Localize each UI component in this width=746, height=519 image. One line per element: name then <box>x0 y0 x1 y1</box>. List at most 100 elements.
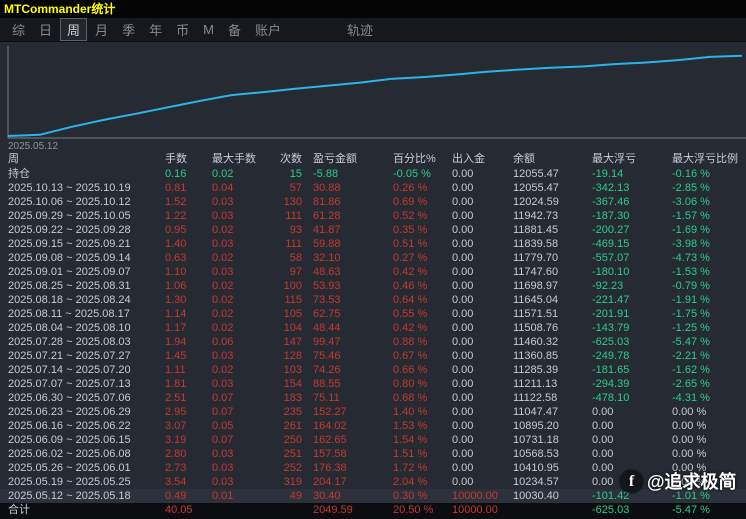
menu-item-年[interactable]: 年 <box>143 19 168 40</box>
app-window: MTCommander统计 综日周月季年币M备账户 轨迹 2025.05.12 … <box>0 0 746 519</box>
cell-percent: 1.54 % <box>393 433 452 447</box>
table-row[interactable]: 2025.06.09 ~ 2025.06.153.190.07250162.65… <box>0 433 746 447</box>
cell-percent: 0.42 % <box>393 321 452 335</box>
table-row[interactable]: 2025.09.22 ~ 2025.09.280.950.029341.870.… <box>0 223 746 237</box>
cell-percent: 0.42 % <box>393 265 452 279</box>
column-header-count[interactable]: 次数 <box>278 152 304 167</box>
cell-percent: 1.72 % <box>393 461 452 475</box>
cell-pnl: 30.88 <box>304 181 393 195</box>
cell-count: 130 <box>278 195 304 209</box>
column-header-max-lots[interactable]: 最大手数 <box>212 152 278 167</box>
cell-max-float-loss: -557.07 <box>592 251 672 265</box>
table-row[interactable]: 2025.06.02 ~ 2025.06.082.800.03251157.58… <box>0 447 746 461</box>
table-row[interactable]: 2025.07.07 ~ 2025.07.131.810.0315488.550… <box>0 377 746 391</box>
cell-period: 2025.06.30 ~ 2025.07.06 <box>0 391 165 405</box>
table-row[interactable]: 持仓0.160.0215-5.88-0.05 %0.0012055.47-19.… <box>0 167 746 181</box>
table-row[interactable]: 2025.07.28 ~ 2025.08.031.940.0614799.470… <box>0 335 746 349</box>
table-row[interactable]: 2025.06.30 ~ 2025.07.062.510.0718375.110… <box>0 391 746 405</box>
column-header-period[interactable]: 周 <box>0 152 165 167</box>
equity-chart: 2025.05.12 <box>0 42 746 152</box>
cell-period: 2025.06.02 ~ 2025.06.08 <box>0 447 165 461</box>
cell-max-lots: 0.05 <box>212 419 278 433</box>
cell-max-lots: 0.02 <box>212 251 278 265</box>
cell-pnl: 74.26 <box>304 363 393 377</box>
cell-deposit: 0.00 <box>452 377 513 391</box>
cell-percent: 0.64 % <box>393 293 452 307</box>
column-header-balance[interactable]: 余额 <box>513 152 592 167</box>
column-header-percent[interactable]: 百分比% <box>393 152 452 167</box>
cell-pnl: 204.17 <box>304 475 393 489</box>
table-row[interactable]: 2025.10.13 ~ 2025.10.190.810.045730.880.… <box>0 181 746 195</box>
cell-lots: 1.94 <box>165 335 212 349</box>
table-row: 合计40.052049.5920.50 %10000.00-625.03-5.4… <box>0 503 746 519</box>
cell-count: 250 <box>278 433 304 447</box>
cell-max-lots: 0.03 <box>212 265 278 279</box>
column-header-lots[interactable]: 手数 <box>165 152 212 167</box>
cell-max-float-loss: -625.03 <box>592 335 672 349</box>
cell-max-lots: 0.02 <box>212 307 278 321</box>
cell-deposit: 0.00 <box>452 195 513 209</box>
cell-balance: 12024.59 <box>513 195 592 209</box>
cell-count: 147 <box>278 335 304 349</box>
table-row[interactable]: 2025.06.23 ~ 2025.06.292.950.07235152.27… <box>0 405 746 419</box>
table-row[interactable]: 2025.09.29 ~ 2025.10.051.220.0311161.280… <box>0 209 746 223</box>
menu-item-月[interactable]: 月 <box>89 19 114 40</box>
cell-max-lots: 0.06 <box>212 335 278 349</box>
column-header-max-float-loss[interactable]: 最大浮亏 <box>592 152 672 167</box>
cell-max-float-loss-ratio: -3.06 % <box>672 195 746 209</box>
cell-deposit: 0.00 <box>452 419 513 433</box>
cell-count: 111 <box>278 209 304 223</box>
cell-period: 合计 <box>0 503 165 519</box>
cell-pnl: 32.10 <box>304 251 393 265</box>
table-row[interactable]: 2025.08.25 ~ 2025.08.311.060.0210053.930… <box>0 279 746 293</box>
menu-item-备[interactable]: 备 <box>222 19 247 40</box>
cell-pnl: 48.44 <box>304 321 393 335</box>
menu-item-M[interactable]: M <box>197 21 220 38</box>
table-row[interactable]: 2025.06.16 ~ 2025.06.223.070.05261164.02… <box>0 419 746 433</box>
cell-max-float-loss-ratio: -1.75 % <box>672 307 746 321</box>
cell-period: 持仓 <box>0 167 165 181</box>
menu-item-综[interactable]: 综 <box>6 19 31 40</box>
cell-lots: 1.17 <box>165 321 212 335</box>
table-row[interactable]: 2025.10.06 ~ 2025.10.121.520.0313081.860… <box>0 195 746 209</box>
menu-item-季[interactable]: 季 <box>116 19 141 40</box>
cell-max-lots: 0.03 <box>212 447 278 461</box>
cell-deposit: 10000.00 <box>452 503 513 519</box>
cell-pnl: 59.88 <box>304 237 393 251</box>
cell-lots: 1.81 <box>165 377 212 391</box>
menu-item-账户[interactable]: 账户 <box>249 19 287 40</box>
table-row[interactable]: 2025.08.11 ~ 2025.08.171.140.0210562.750… <box>0 307 746 321</box>
cell-lots: 0.49 <box>165 489 212 503</box>
cell-max-float-loss: -294.39 <box>592 377 672 391</box>
column-header-pnl[interactable]: 盈亏金额 <box>304 152 393 167</box>
cell-pnl: -5.88 <box>304 167 393 181</box>
table-row[interactable]: 2025.07.21 ~ 2025.07.271.450.0312875.460… <box>0 349 746 363</box>
cell-period: 2025.09.15 ~ 2025.09.21 <box>0 237 165 251</box>
table-body: 持仓0.160.0215-5.88-0.05 %0.0012055.47-19.… <box>0 167 746 519</box>
cell-lots: 2.80 <box>165 447 212 461</box>
cell-max-lots: 0.02 <box>212 223 278 237</box>
column-header-max-float-loss-ratio[interactable]: 最大浮亏比例 <box>672 152 746 167</box>
cell-period: 2025.05.26 ~ 2025.06.01 <box>0 461 165 475</box>
cell-count: 319 <box>278 475 304 489</box>
watermark: f @追求极简 <box>620 468 737 494</box>
table-header-row: 周手数最大手数次数盈亏金额百分比%出入金余额最大浮亏最大浮亏比例 <box>0 152 746 167</box>
menu-item-trajectory[interactable]: 轨迹 <box>341 19 379 40</box>
cell-deposit: 0.00 <box>452 475 513 489</box>
cell-count: 111 <box>278 237 304 251</box>
table-row[interactable]: 2025.09.15 ~ 2025.09.211.400.0311159.880… <box>0 237 746 251</box>
cell-pnl: 61.28 <box>304 209 393 223</box>
table-row[interactable]: 2025.08.04 ~ 2025.08.101.170.0210448.440… <box>0 321 746 335</box>
table-row[interactable]: 2025.09.01 ~ 2025.09.071.100.039748.630.… <box>0 265 746 279</box>
table-row[interactable]: 2025.09.08 ~ 2025.09.140.630.025832.100.… <box>0 251 746 265</box>
table-row[interactable]: 2025.08.18 ~ 2025.08.241.300.0211573.530… <box>0 293 746 307</box>
cell-lots: 3.07 <box>165 419 212 433</box>
column-header-deposit[interactable]: 出入金 <box>452 152 513 167</box>
menu-item-周[interactable]: 周 <box>60 18 87 41</box>
cell-count: 128 <box>278 349 304 363</box>
menu-item-币[interactable]: 币 <box>170 19 195 40</box>
table-row[interactable]: 2025.07.14 ~ 2025.07.201.110.0210374.260… <box>0 363 746 377</box>
menu-item-日[interactable]: 日 <box>33 19 58 40</box>
cell-deposit: 0.00 <box>452 237 513 251</box>
cell-deposit: 0.00 <box>452 265 513 279</box>
